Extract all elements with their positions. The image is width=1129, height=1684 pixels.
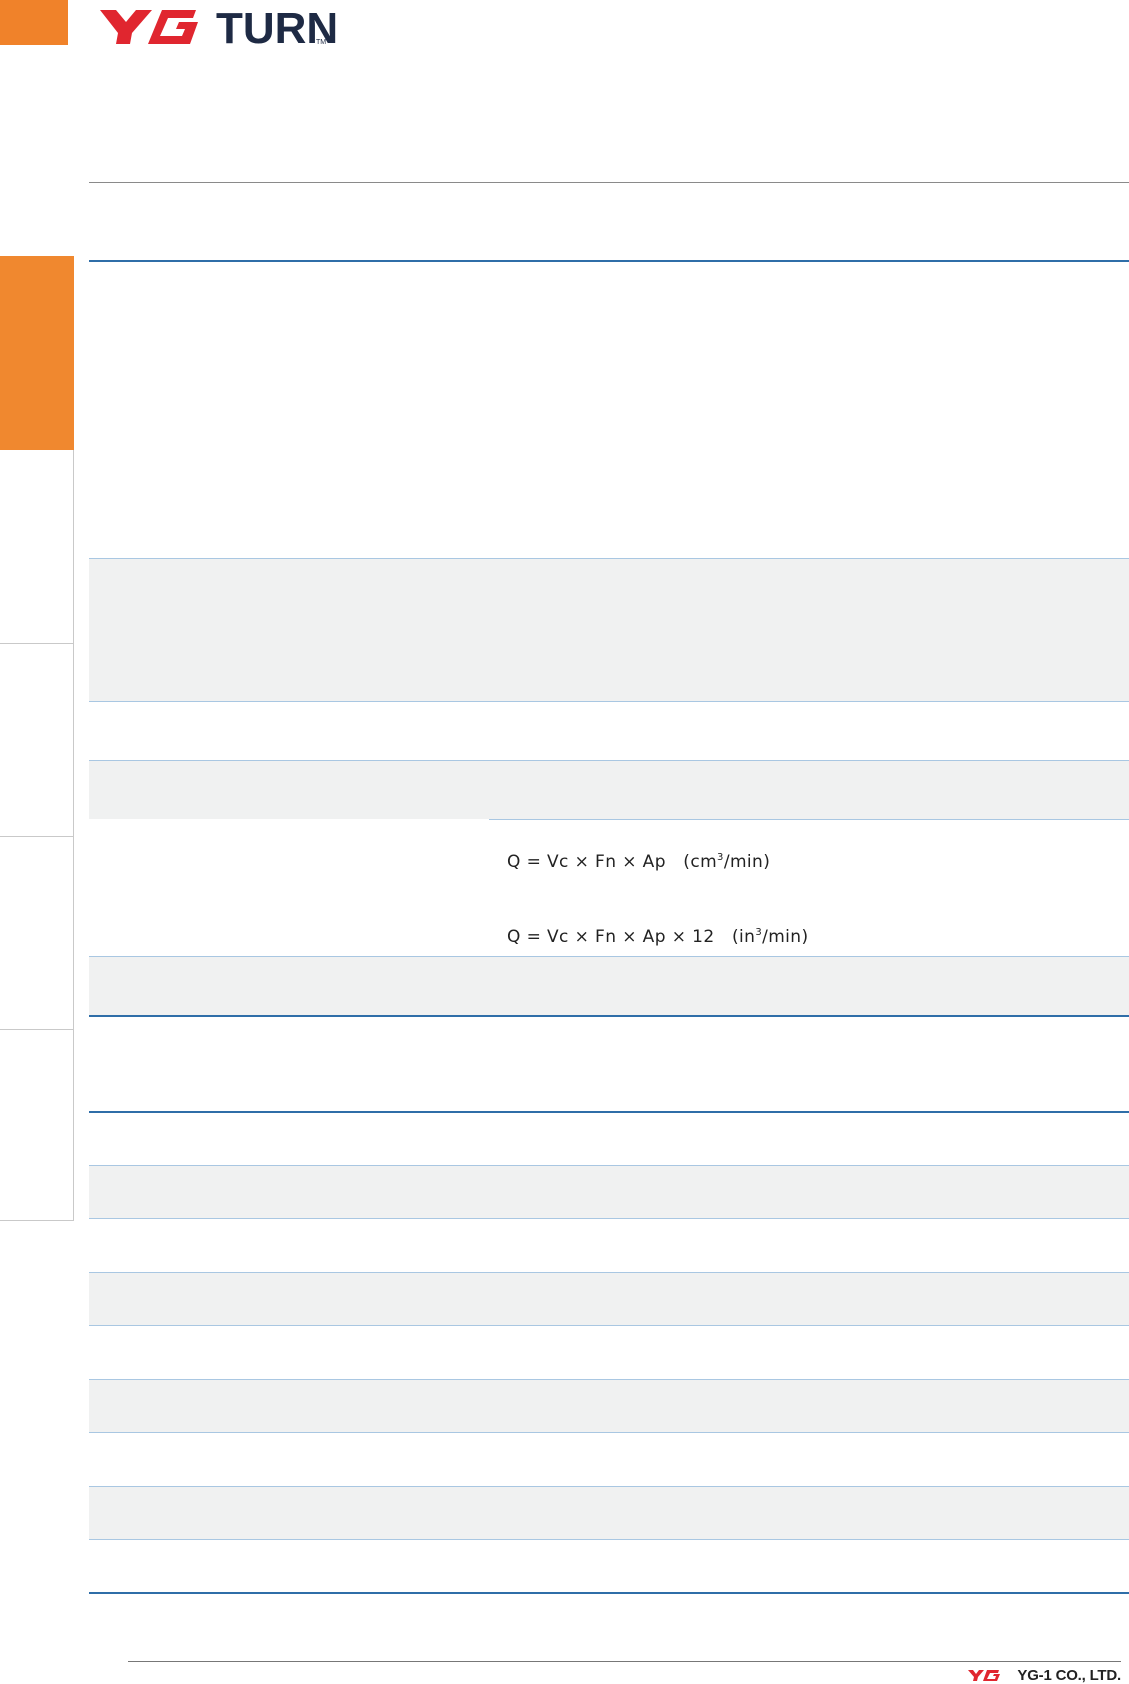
yg-logo-mark — [100, 10, 198, 44]
table2-band-3 — [89, 1380, 1129, 1432]
side-tab-4[interactable] — [0, 837, 74, 1030]
row-divider — [89, 1218, 1129, 1219]
footer-company-name: YG-1 CO., LTD. — [1017, 1666, 1121, 1684]
formula-metric: Q = Vc × Fn × Ap (cm3/min) — [507, 852, 771, 872]
table2-band-1 — [89, 1166, 1129, 1218]
table2-bottom-rule — [89, 1592, 1129, 1594]
table-band-2 — [89, 760, 1129, 819]
row-divider — [89, 701, 1129, 702]
table2-top-rule — [89, 1111, 1129, 1113]
corner-tab — [0, 0, 68, 45]
side-tab-2[interactable] — [0, 450, 74, 644]
table-band-1 — [89, 558, 1129, 701]
row-divider — [89, 760, 1129, 761]
side-tab-active[interactable] — [0, 256, 74, 450]
formula-cell-divider — [489, 819, 1129, 820]
table-top-rule — [89, 260, 1129, 262]
row-divider — [89, 956, 1129, 957]
table2-band-4 — [89, 1487, 1129, 1539]
row-divider — [89, 1325, 1129, 1326]
row-divider — [89, 1539, 1129, 1540]
side-tab-5[interactable] — [0, 1030, 74, 1221]
table-band-3 — [89, 956, 1129, 1015]
side-index — [0, 256, 75, 1221]
row-divider — [89, 558, 1129, 559]
header-rule — [89, 182, 1129, 183]
row-divider — [89, 1432, 1129, 1433]
logo-tm: TM — [316, 39, 326, 46]
yg-footer-logo-mark — [968, 1670, 1001, 1681]
footer-brand: YG-1 CO., LTD. — [967, 1666, 1121, 1684]
yg-turn-logo: TURN TM — [96, 0, 376, 48]
table-bottom-rule — [89, 1015, 1129, 1017]
table2-band-2 — [89, 1273, 1129, 1325]
formula-inch: Q = Vc × Fn × Ap × 12 (in3/min) — [507, 927, 809, 947]
footer-rule — [128, 1661, 1121, 1662]
side-tab-3[interactable] — [0, 644, 74, 837]
